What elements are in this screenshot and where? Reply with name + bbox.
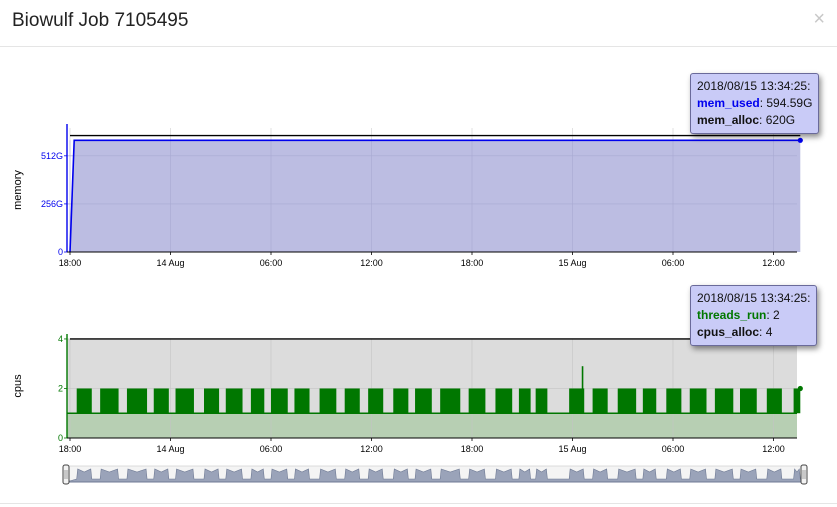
cpus-threads-burst <box>204 388 220 414</box>
memory-x-tick-label: 12:00 <box>360 258 383 268</box>
cpus-x-tick-label: 12:00 <box>360 444 383 454</box>
memory-y-axis-label: memory <box>12 170 24 210</box>
cpus-threads-burst <box>294 388 310 414</box>
cpus-threads-burst <box>415 388 432 414</box>
cpus-threads-burst <box>793 388 801 414</box>
memory-chart: 18:00 14 Aug 06:00 12:00 18:00 15 Aug 06:00 12:… <box>12 124 803 268</box>
memory-y-tick-label: 0 <box>58 247 63 257</box>
cpus-threads-burst <box>689 388 707 414</box>
modal-footer-divider <box>0 503 837 504</box>
cpus-x-tick-label: 06:00 <box>662 444 685 454</box>
cpus-x-tick-label: 12:00 <box>762 444 785 454</box>
cpus-alloc-label: cpus_alloc <box>697 325 760 339</box>
memory-tooltip-time: 2018/08/15 13:34:25: <box>697 79 811 93</box>
cpus-threads-burst <box>495 388 513 414</box>
cpus-x-tick-label: 06:00 <box>260 444 283 454</box>
memory-x-tick-label: 18:00 <box>461 258 484 268</box>
mem-used-label: mem_used <box>697 96 760 110</box>
memory-x-tick-label: 12:00 <box>762 258 785 268</box>
cpus-x-tick-label: 18:00 <box>59 444 82 454</box>
cpus-chart: 18:00 14 Aug 06:00 12:00 18:00 15 Aug 06:00 12:… <box>12 334 803 454</box>
memory-x-tick-label: 06:00 <box>662 258 685 268</box>
cpus-threads-burst <box>153 388 169 414</box>
cpus-y-tick-label: 0 <box>58 433 63 443</box>
range-selector[interactable] <box>62 464 808 485</box>
memory-y-tick-label: 256G <box>41 199 63 209</box>
mem-alloc-label: mem_alloc <box>697 113 760 127</box>
cpus-threads-burst <box>126 388 148 414</box>
cpus-tooltip-time: 2018/08/15 13:34:25: <box>697 291 811 305</box>
cpus-threads-burst <box>766 388 782 414</box>
cpus-threads-burst <box>393 388 409 414</box>
cpus-x-tick-label: 15 Aug <box>558 444 586 454</box>
memory-x-tick-label: 14 Aug <box>156 258 184 268</box>
cpus-y-tick-label: 2 <box>58 383 63 393</box>
cpus-x-tick-label: 14 Aug <box>156 444 184 454</box>
cpus-threads-burst <box>440 388 461 414</box>
cpus-threads-burst <box>225 388 243 414</box>
cpus-threads-burst <box>468 388 486 414</box>
memory-used-area <box>70 140 801 252</box>
mem-used-value: : 594.59G <box>759 96 813 110</box>
cpus-threads-burst <box>740 388 757 414</box>
range-handle-left[interactable] <box>62 464 70 485</box>
cpus-baseline-area <box>67 413 797 438</box>
cpus-threads-burst <box>617 388 637 414</box>
cpus-y-axis-label: cpus <box>12 374 24 398</box>
cpus-threads-burst <box>344 388 360 414</box>
mem-alloc-value: : 620G <box>759 113 796 127</box>
threads-run-label: threads_run <box>697 308 767 322</box>
cpus-threads-burst <box>714 388 734 414</box>
threads-run-value: : 2 <box>766 308 780 322</box>
cpus-threads-burst <box>535 388 548 414</box>
range-handle-right[interactable] <box>800 464 808 485</box>
memory-x-tick-label: 18:00 <box>59 258 82 268</box>
cpus-last-point <box>797 385 803 392</box>
cpus-threads-burst <box>76 388 92 414</box>
cpus-threads-burst <box>642 388 657 414</box>
memory-last-point <box>797 137 803 143</box>
cpus-tooltip: 2018/08/15 13:34:25: threads_run: 2 cpus… <box>690 285 818 346</box>
memory-x-tick-label: 15 Aug <box>558 258 586 268</box>
cpus-threads-burst <box>518 388 531 414</box>
cpus-threads-burst <box>592 388 608 414</box>
cpus-threads-burst <box>100 388 119 414</box>
cpus-x-tick-label: 18:00 <box>461 444 484 454</box>
cpus-threads-burst <box>250 388 265 414</box>
cpus-threads-burst <box>175 388 194 414</box>
cpus-threads-burst <box>666 388 682 414</box>
memory-x-tick-label: 06:00 <box>260 258 283 268</box>
cpus-y-tick-label: 4 <box>58 334 63 344</box>
memory-tooltip: 2018/08/15 13:34:25: mem_used: 594.59G m… <box>690 73 820 134</box>
cpus-threads-burst <box>319 388 337 414</box>
cpus-threads-burst <box>271 388 288 414</box>
cpus-threads-burst <box>368 388 384 414</box>
memory-y-tick-label: 512G <box>41 151 63 161</box>
cpus-alloc-value: : 4 <box>759 325 773 339</box>
